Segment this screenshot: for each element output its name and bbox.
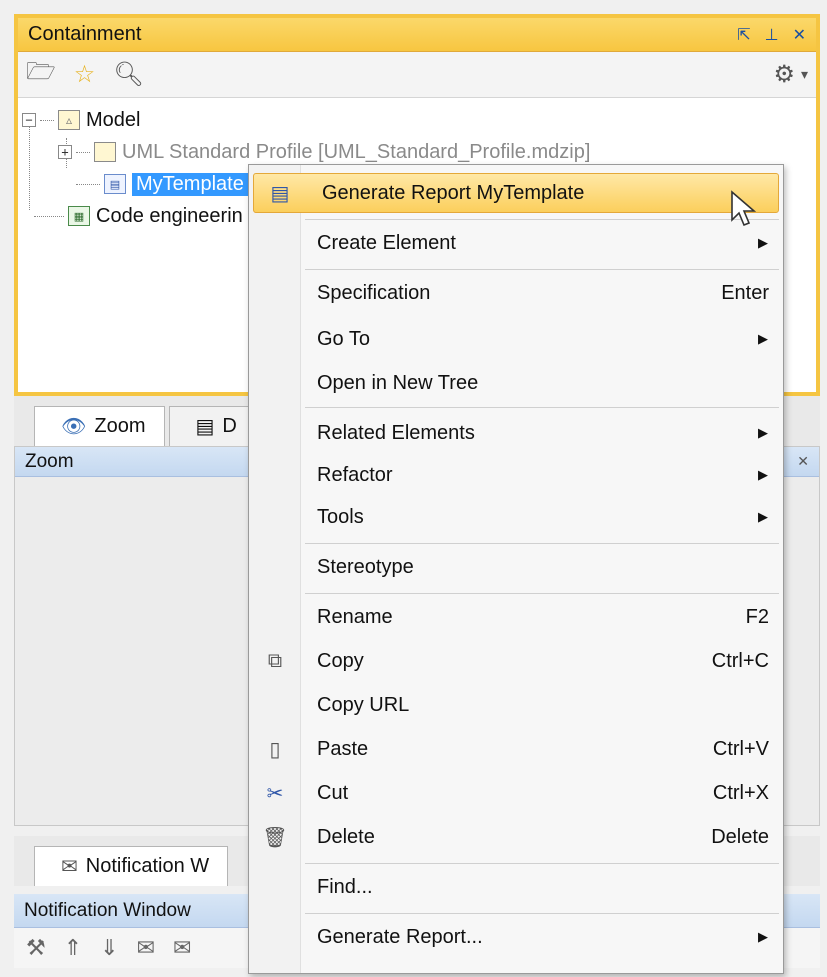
containment-title-bar: Containment ⇱ ⊥ ✕ [18,18,816,52]
menu-item-label: Create Element [317,231,456,254]
menu-item-find[interactable]: Find... [249,867,783,907]
menu-item-label: Open in New Tree [317,371,479,394]
menu-item-shortcut: F2 [745,605,769,628]
submenu-arrow-icon: ▶ [758,331,768,346]
down-arrow-icon[interactable]: ⇓ [100,935,118,961]
menu-item-shortcut: Delete [711,825,769,848]
submenu-arrow-icon: ▶ [758,425,768,440]
menu-item-create-element[interactable]: Create Element ▶ [249,223,783,263]
envelope-icon: ✉ [61,856,78,878]
submenu-arrow-icon: ▶ [758,509,768,524]
menu-item-label: Delete [317,825,375,848]
menu-item-tools[interactable]: Tools ▶ [249,497,783,537]
menu-item-label: Find... [317,875,373,898]
expand-icon[interactable]: + [58,145,72,159]
panel-title: Containment [28,23,142,45]
tab-label: Notification W [85,855,210,877]
panel-title: Zoom [25,450,74,472]
menu-item-generate-report-mytemplate[interactable]: ▤ Generate Report MyTemplate [253,173,779,213]
close-icon[interactable]: ✕ [797,453,809,470]
menu-item-specification[interactable]: Specification Enter [249,273,783,313]
menu-item-label: Cut [317,781,349,804]
tab-notification[interactable]: ✉ Notification W [34,846,229,886]
menu-item-label: Go To [317,327,370,350]
close-icon[interactable]: ✕ [793,25,806,45]
menu-item-label: Copy URL [317,693,410,716]
menu-item-label: Related Elements [317,421,475,444]
cut-icon: ✂ [266,782,284,805]
model-icon: ▵ [58,110,80,130]
pin-icon[interactable]: ⊥ [765,25,779,45]
tree-label: Model [86,108,141,131]
panel-title: Notification Window [24,899,191,921]
collapse-icon[interactable]: − [22,113,36,127]
eye-icon: 👁︎ [61,416,87,438]
menu-item-label: Tools [317,505,364,528]
menu-item-label: Refactor [317,463,393,486]
menu-item-label: Specification [317,281,431,304]
menu-item-delete[interactable]: 🗑︎ Delete Delete [249,817,783,857]
float-icon[interactable]: ⇱ [737,25,750,45]
star-icon[interactable]: ☆ [74,60,96,89]
menu-item-label: Generate Report... [317,925,483,948]
menu-item-paste[interactable]: ▯ Paste Ctrl+V [249,729,783,769]
menu-item-copy-url[interactable]: Copy URL [249,685,783,725]
mouse-cursor-icon [731,190,757,227]
copy-icon: ⧉ [267,649,283,672]
package-icon [94,142,116,162]
submenu-arrow-icon: ▶ [758,467,768,482]
menu-item-label: Generate Report MyTemplate [322,181,585,204]
tab-zoom[interactable]: 👁︎ Zoom [34,406,165,446]
document-icon: ▤ [195,416,215,438]
submenu-arrow-icon: ▶ [758,235,768,250]
gear-icon[interactable]: ⚙ ▾ [773,60,808,89]
tab-documentation[interactable]: ▤ D [168,406,256,446]
tree-label: Code engineerin [96,204,243,227]
menu-item-shortcut: Enter [721,281,769,304]
menu-item-label: Stereotype [317,555,414,578]
context-menu: ▤ Generate Report MyTemplate Create Elem… [248,164,784,974]
menu-item-label: Paste [317,737,369,760]
tools-icon[interactable]: ⚒ [26,935,46,961]
menu-item-generate-report[interactable]: Generate Report... ▶ [249,917,783,957]
tree-row-model[interactable]: − ▵ Model [22,104,816,136]
delete-icon: 🗑︎ [262,826,288,849]
menu-item-open-in-new-tree[interactable]: Open in New Tree [249,363,783,403]
submenu-arrow-icon: ▶ [758,929,768,944]
code-engineering-icon: ▦ [68,206,90,226]
report-template-icon: ▤ [104,174,126,194]
menu-item-refactor[interactable]: Refactor ▶ [249,455,783,495]
tree-label-selected: MyTemplate [132,172,248,196]
menu-item-label: Copy [317,649,364,672]
menu-item-shortcut: Ctrl+C [711,649,769,672]
menu-item-cut[interactable]: ✂ Cut Ctrl+X [249,773,783,813]
mail-icon[interactable]: ✉ [137,935,155,961]
search-icon[interactable]: 🔍︎ [113,60,143,89]
tree-label: UML Standard Profile [UML_Standard_Profi… [122,140,591,163]
open-folder-icon[interactable]: 🗁 [26,54,56,95]
menu-item-rename[interactable]: Rename F2 [249,597,783,637]
menu-item-go-to[interactable]: Go To ▶ [249,319,783,359]
tab-label: D [222,415,237,437]
menu-item-label: Rename [317,605,393,628]
app-window: Containment ⇱ ⊥ ✕ 🗁 ☆ 🔍︎ ⚙ ▾ − ▵ Model +… [0,0,827,977]
menu-item-stereotype[interactable]: Stereotype [249,547,783,587]
containment-toolbar: 🗁 ☆ 🔍︎ ⚙ ▾ [18,52,816,98]
mail-close-icon[interactable]: ✉ [173,935,191,961]
up-arrow-icon[interactable]: ⇑ [64,935,82,961]
menu-item-shortcut: Ctrl+X [712,781,769,804]
report-template-icon: ▤ [270,182,290,205]
paste-icon: ▯ [269,738,281,761]
tab-label: Zoom [94,415,146,437]
menu-item-shortcut: Ctrl+V [712,737,769,760]
menu-item-related-elements[interactable]: Related Elements ▶ [249,413,783,453]
menu-item-copy[interactable]: ⧉ Copy Ctrl+C [249,641,783,681]
